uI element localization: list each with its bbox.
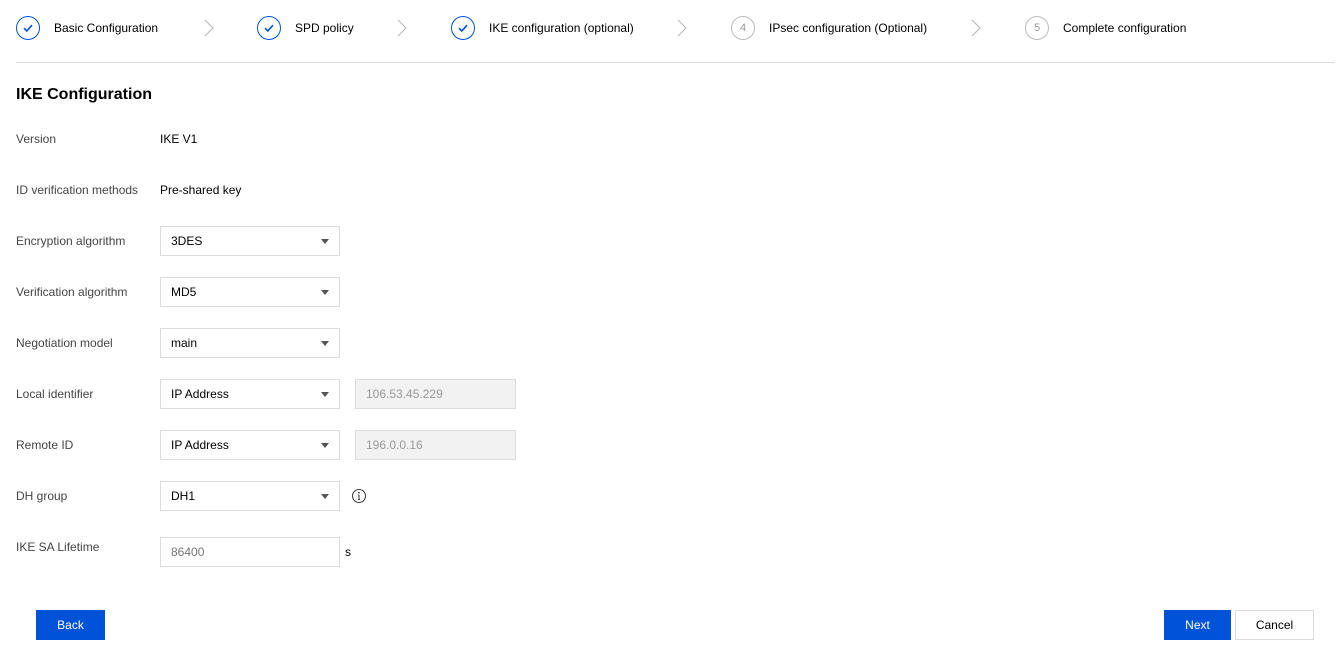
check-icon bbox=[257, 16, 281, 40]
steps-divider bbox=[16, 62, 1334, 63]
step-label: SPD policy bbox=[295, 21, 354, 35]
caret-down-icon bbox=[321, 290, 329, 295]
dh-group-label: DH group bbox=[16, 489, 68, 503]
version-value: IKE V1 bbox=[160, 132, 198, 146]
chevron-right-icon bbox=[397, 19, 407, 37]
sa-lifetime-unit: s bbox=[345, 545, 351, 559]
caret-down-icon bbox=[321, 392, 329, 397]
negotiation-select[interactable]: main bbox=[160, 328, 340, 358]
local-identifier-type: IP Address bbox=[171, 387, 229, 401]
encryption-select[interactable]: 3DES bbox=[160, 226, 340, 256]
sa-lifetime-label: IKE SA Lifetime bbox=[16, 540, 100, 554]
caret-down-icon bbox=[321, 341, 329, 346]
sa-lifetime-input[interactable] bbox=[160, 537, 340, 567]
step-number: 4 bbox=[731, 16, 755, 40]
step-ipsec-configuration[interactable]: 4 IPsec configuration (Optional) bbox=[731, 14, 927, 42]
dh-group-select[interactable]: DH1 bbox=[160, 481, 340, 511]
steps-bar: Basic Configuration SPD policy IKE confi… bbox=[0, 0, 1340, 56]
verification-value: MD5 bbox=[171, 285, 197, 299]
back-button[interactable]: Back bbox=[36, 610, 105, 640]
id-verification-value: Pre-shared key bbox=[160, 183, 242, 197]
step-spd-policy[interactable]: SPD policy bbox=[257, 14, 354, 42]
step-label: Complete configuration bbox=[1063, 21, 1187, 35]
step-number: 5 bbox=[1025, 16, 1049, 40]
next-button[interactable]: Next bbox=[1164, 610, 1231, 640]
dh-group-value: DH1 bbox=[171, 489, 196, 503]
step-label: IPsec configuration (Optional) bbox=[769, 21, 928, 35]
negotiation-label: Negotiation model bbox=[16, 336, 113, 350]
negotiation-value: main bbox=[171, 336, 198, 350]
remote-id-type-select[interactable]: IP Address bbox=[160, 430, 340, 460]
cancel-button[interactable]: Cancel bbox=[1235, 610, 1314, 640]
step-complete-configuration[interactable]: 5 Complete configuration bbox=[1025, 14, 1186, 42]
id-verification-label: ID verification methods bbox=[16, 183, 139, 197]
verification-label: Verification algorithm bbox=[16, 285, 128, 299]
local-identifier-label: Local identifier bbox=[16, 387, 94, 401]
local-identifier-field: 106.53.45.229 bbox=[355, 379, 516, 409]
info-icon[interactable] bbox=[351, 488, 367, 504]
chevron-right-icon bbox=[204, 19, 214, 37]
encryption-label: Encryption algorithm bbox=[16, 234, 126, 248]
step-ike-configuration[interactable]: IKE configuration (optional) bbox=[451, 14, 634, 42]
caret-down-icon bbox=[321, 239, 329, 244]
remote-id-field: 196.0.0.16 bbox=[355, 430, 516, 460]
check-icon bbox=[16, 16, 40, 40]
page-title: IKE Configuration bbox=[16, 86, 152, 103]
encryption-value: 3DES bbox=[171, 234, 203, 248]
version-label: Version bbox=[16, 132, 57, 146]
step-basic-configuration[interactable]: Basic Configuration bbox=[16, 14, 158, 42]
chevron-right-icon bbox=[677, 19, 687, 37]
caret-down-icon bbox=[321, 443, 329, 448]
remote-id-label: Remote ID bbox=[16, 438, 74, 452]
step-label: IKE configuration (optional) bbox=[489, 21, 634, 35]
chevron-right-icon bbox=[971, 19, 981, 37]
check-icon bbox=[451, 16, 475, 40]
remote-id-type: IP Address bbox=[171, 438, 229, 452]
step-label: Basic Configuration bbox=[54, 21, 159, 35]
local-identifier-type-select[interactable]: IP Address bbox=[160, 379, 340, 409]
verification-select[interactable]: MD5 bbox=[160, 277, 340, 307]
caret-down-icon bbox=[321, 494, 329, 499]
